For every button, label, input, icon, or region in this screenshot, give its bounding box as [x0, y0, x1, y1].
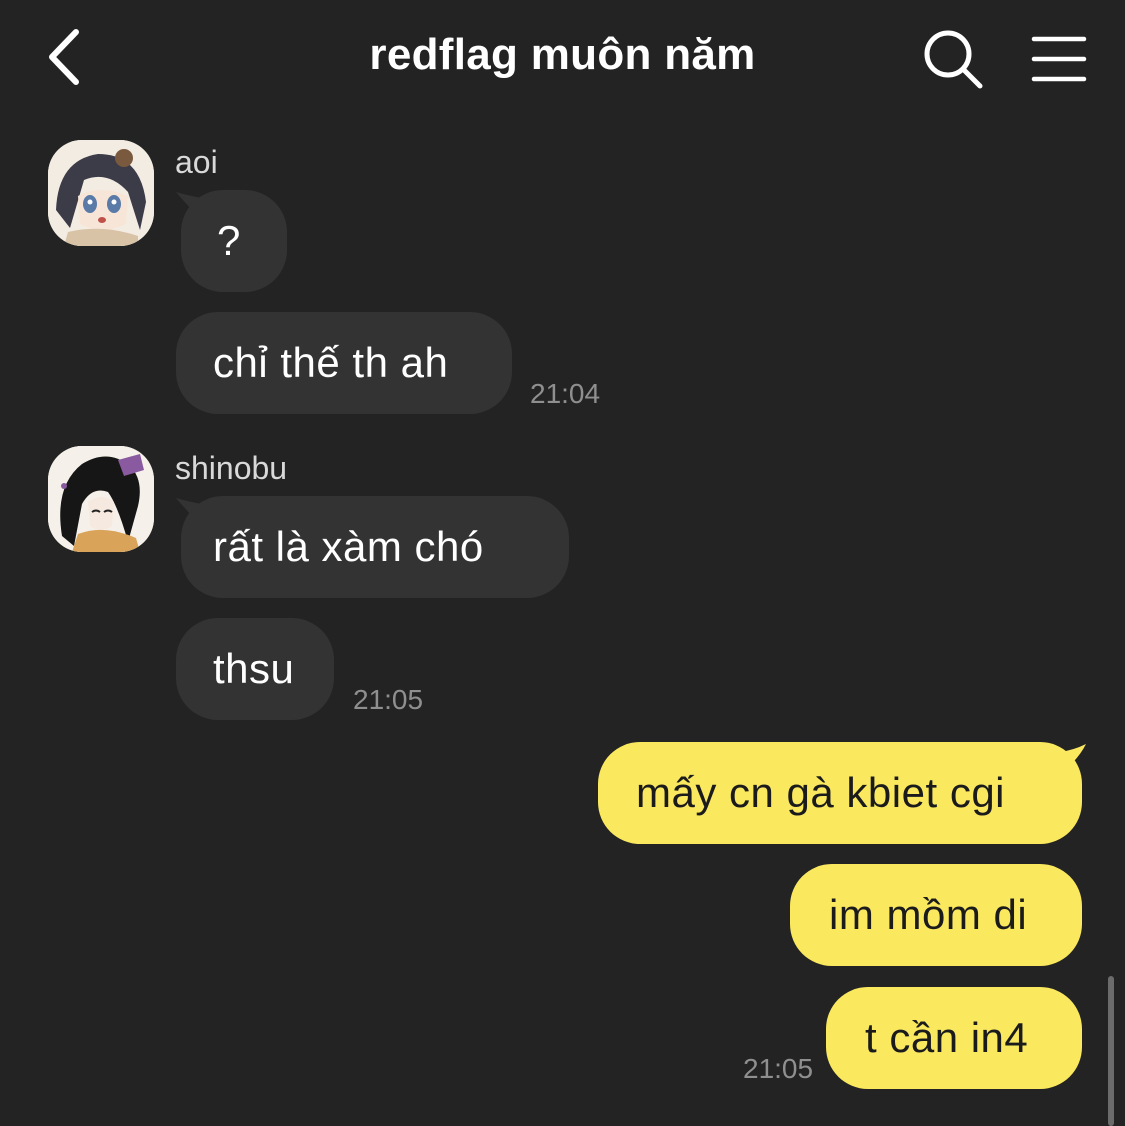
search-icon	[924, 30, 983, 89]
sender-name: aoi	[175, 144, 218, 180]
scrollbar[interactable]	[1108, 976, 1114, 1126]
message-bubble-outgoing[interactable]: mấy cn gà kbiet cgi	[598, 742, 1082, 844]
anime-girl-avatar-icon	[48, 140, 154, 246]
message-timestamp: 21:04	[530, 378, 601, 409]
message-timestamp: 21:05	[353, 684, 424, 715]
hamburger-menu-icon	[1031, 36, 1087, 82]
message-bubble[interactable]: ?	[181, 190, 287, 292]
message-bubble-outgoing[interactable]: t cần in4	[826, 987, 1082, 1089]
message-timestamp: 21:05	[743, 1053, 814, 1084]
chat-header: redflag muôn năm	[0, 0, 1125, 120]
message-bubble[interactable]: chỉ thế th ah	[176, 312, 512, 414]
message-bubble[interactable]: thsu	[176, 618, 334, 720]
search-button[interactable]	[920, 26, 986, 92]
message-bubble-outgoing[interactable]: im mồm di	[790, 864, 1082, 966]
message-bubble[interactable]: rất là xàm chó	[181, 496, 569, 598]
sender-name: shinobu	[175, 450, 288, 486]
menu-button[interactable]	[1030, 34, 1088, 84]
avatar-aoi[interactable]	[48, 140, 154, 246]
avatar-shinobu[interactable]	[48, 446, 154, 552]
anime-girl-avatar-icon	[48, 446, 154, 552]
